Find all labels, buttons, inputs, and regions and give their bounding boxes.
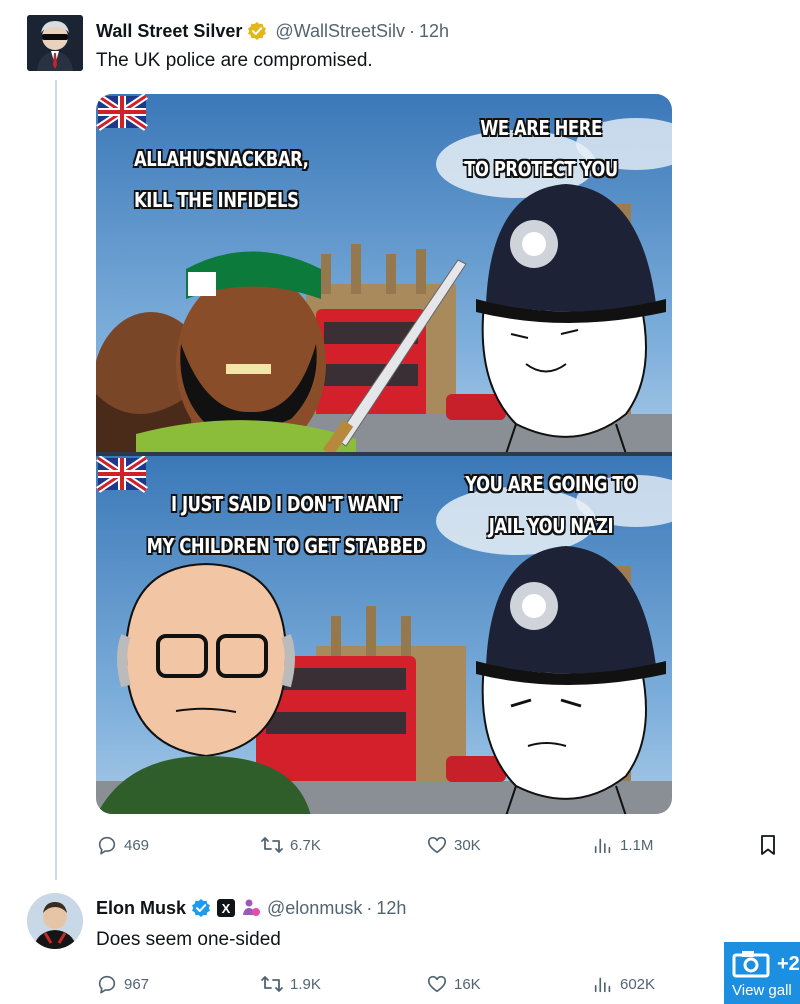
repost-count: 1.9K: [290, 975, 321, 993]
avatar-wallstreetsilver[interactable]: [27, 15, 83, 71]
views-icon: [592, 834, 614, 856]
repost-icon: [260, 973, 284, 995]
like-button[interactable]: 30K: [426, 834, 481, 856]
repost-icon: [260, 834, 284, 856]
tweet1-action-bar: 469 6.7K 30K 1.1M: [96, 834, 776, 860]
timestamp[interactable]: 12h: [419, 21, 449, 42]
views-button[interactable]: 1.1M: [592, 834, 653, 856]
caption-bottom-left-1: I JUST SAID I DON'T WANT: [170, 492, 401, 516]
reply-count: 469: [124, 836, 150, 854]
tweet1-text: The UK police are compromised.: [96, 50, 373, 71]
reply-button[interactable]: 967: [96, 973, 149, 995]
reply-button[interactable]: 469: [96, 834, 149, 856]
caption-bottom-left-2: MY CHILDREN TO GET STABBED: [146, 534, 426, 558]
bookmark-button[interactable]: [758, 834, 778, 856]
tweet1-header: Wall Street Silver @WallStreetSilv · 12h: [96, 18, 449, 44]
like-count: 30K: [454, 836, 481, 854]
handle[interactable]: @WallStreetSilv: [275, 21, 405, 42]
caption-top-left-2: KILL THE INFIDELS: [134, 188, 299, 212]
verified-badge-icon[interactable]: [247, 21, 267, 41]
reply-icon: [96, 973, 118, 995]
meme-image[interactable]: ALLAHUSNACKBAR, KILL THE INFIDELS WE ARE…: [96, 94, 672, 814]
separator-dot: ·: [409, 20, 416, 41]
tweet2-text: Does seem one-sided: [96, 929, 281, 950]
caption-top-left-1: ALLAHUSNACKBAR,: [134, 147, 309, 171]
caption-top-right-1: WE ARE HERE: [480, 116, 602, 140]
like-icon: [426, 973, 448, 995]
caption-bottom-right-1: YOU ARE GOING TO: [465, 472, 637, 496]
caption-top-right-2: TO PROTECT YOU: [464, 157, 618, 181]
views-count: 1.1M: [620, 836, 654, 854]
handle[interactable]: @elonmusk: [267, 898, 362, 919]
repost-button[interactable]: 6.7K: [260, 834, 321, 856]
views-button[interactable]: 602K: [592, 973, 655, 995]
government-affiliation-icon[interactable]: [241, 898, 261, 918]
view-gallery-button[interactable]: +2 View gall: [724, 942, 800, 1004]
caption-bottom-right-2: JAIL YOU NAZI: [488, 514, 614, 538]
reply-count: 967: [124, 975, 150, 993]
reply-icon: [96, 834, 118, 856]
separator-dot: ·: [366, 897, 373, 918]
camera-icon: [732, 951, 772, 982]
gallery-count: +2: [777, 953, 800, 975]
repost-count: 6.7K: [290, 836, 321, 854]
avatar-elonmusk[interactable]: [27, 893, 83, 949]
tweet2-action-bar: 967 1.9K 16K 602K: [96, 973, 776, 999]
display-name[interactable]: Elon Musk: [96, 898, 186, 919]
display-name[interactable]: Wall Street Silver: [96, 21, 242, 42]
bookmark-icon: [758, 834, 778, 856]
like-button[interactable]: 16K: [426, 973, 481, 995]
repost-button[interactable]: 1.9K: [260, 973, 321, 995]
views-count: 602K: [620, 975, 656, 993]
like-count: 16K: [454, 975, 481, 993]
timestamp[interactable]: 12h: [376, 898, 406, 919]
tweet2-header: Elon Musk X @elonmusk · 12h: [96, 895, 406, 921]
views-icon: [592, 973, 614, 995]
like-icon: [426, 834, 448, 856]
meme-panel-bottom: I JUST SAID I DON'T WANT MY CHILDREN TO …: [96, 456, 672, 814]
gallery-label: View gall: [732, 982, 792, 999]
x-affiliate-icon[interactable]: X: [217, 899, 236, 917]
verified-badge-icon[interactable]: [191, 898, 211, 918]
meme-panel-top: ALLAHUSNACKBAR, KILL THE INFIDELS WE ARE…: [96, 94, 672, 454]
